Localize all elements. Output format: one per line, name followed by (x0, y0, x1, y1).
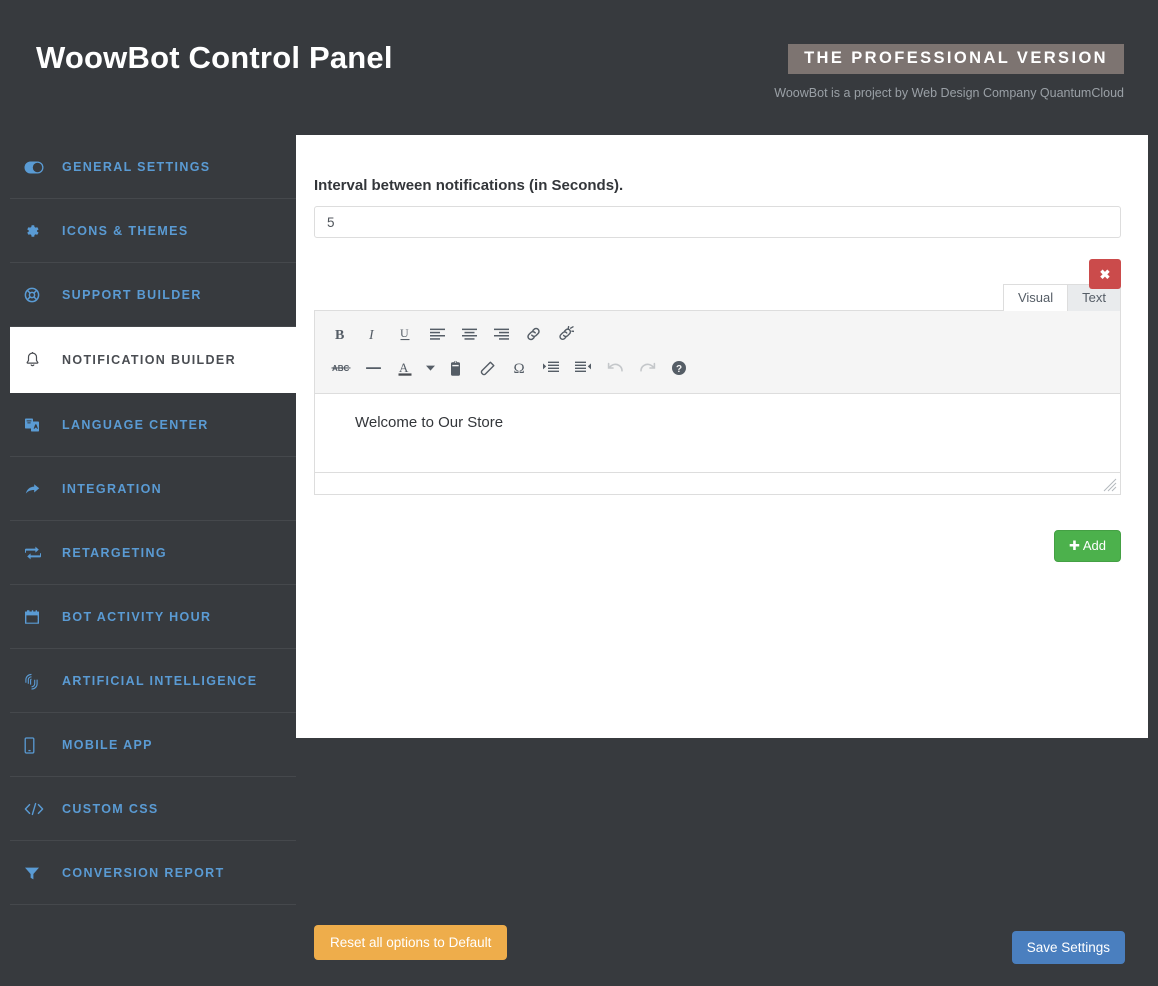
sidebar-item-language-center[interactable]: Language Center (0, 393, 296, 457)
align-center-icon[interactable] (453, 319, 485, 349)
code-icon (24, 802, 50, 816)
sidebar-item-label: Icons & Themes (62, 224, 189, 238)
editor-statusbar (315, 472, 1120, 494)
sidebar-item-icons-themes[interactable]: Icons & Themes (0, 199, 296, 263)
indent-icon[interactable] (535, 353, 567, 383)
link-icon[interactable] (517, 319, 549, 349)
page-title: WoowBot Control Panel (36, 40, 393, 75)
svg-text:B: B (335, 328, 344, 342)
help-icon[interactable]: ? (663, 353, 695, 383)
credit-text: WoowBot is a project by Web Design Compa… (774, 86, 1124, 100)
plus-icon: ✚ (1069, 538, 1080, 553)
sidebar-item-general-settings[interactable]: General Settings (0, 135, 296, 199)
align-right-icon[interactable] (485, 319, 517, 349)
sidebar-item-label: Mobile App (62, 738, 153, 752)
sidebar-item-label: Artificial Intelligence (62, 674, 258, 688)
italic-icon[interactable]: I (357, 319, 389, 349)
footer-actions: Reset all options to Default Save Settin… (296, 925, 1148, 973)
woowbot-control-panel: WoowBot Control Panel THE PROFESSIONAL V… (0, 0, 1158, 986)
svg-text:A: A (399, 360, 409, 375)
sidebar-item-label: Conversion Report (62, 866, 225, 880)
text-color-icon[interactable]: A (389, 353, 421, 383)
fingerprint-icon (24, 673, 50, 690)
sidebar-item-label: Notification Builder (62, 353, 236, 367)
sidebar-item-bot-activity-hour[interactable]: Bot Activity Hour (0, 585, 296, 649)
editor-tab-bar: Visual Text ✖ (314, 259, 1121, 311)
sidebar-item-retargeting[interactable]: Retargeting (0, 521, 296, 585)
interval-input[interactable] (314, 206, 1121, 238)
retarget-icon (24, 545, 50, 561)
horizontal-rule-icon[interactable] (357, 353, 389, 383)
sidebar-item-notification-builder[interactable]: Notification Builder (10, 327, 296, 393)
sidebar-item-integration[interactable]: Integration (0, 457, 296, 521)
svg-text:Ω: Ω (513, 361, 524, 376)
gear-icon (24, 223, 50, 239)
sidebar-item-label: Support Builder (62, 288, 202, 302)
clear-formatting-icon[interactable] (471, 353, 503, 383)
outdent-icon[interactable] (567, 353, 599, 383)
funnel-icon (24, 866, 50, 881)
sidebar-item-label: Language Center (62, 418, 209, 432)
paste-icon[interactable] (439, 353, 471, 383)
toolbar-row-1: B I U (325, 317, 1110, 351)
toolbar-row-2: ABC A Ω ? (325, 351, 1110, 385)
interval-field-label: Interval between notifications (in Secon… (314, 177, 624, 194)
resize-handle[interactable] (1103, 478, 1117, 492)
add-button-row: ✚ Add (314, 530, 1121, 562)
sidebar-item-custom-css[interactable]: Custom CSS (0, 777, 296, 841)
sidebar-item-conversion-report[interactable]: Conversion Report (0, 841, 296, 905)
notification-editor: Visual Text ✖ B I U ABC A Ω ? Welcome to… (314, 259, 1121, 562)
sidebar: General Settings Icons & Themes Support … (0, 135, 296, 905)
page-header: WoowBot Control Panel THE PROFESSIONAL V… (0, 0, 1158, 125)
editor-content[interactable]: Welcome to Our Store (315, 394, 1120, 472)
sidebar-item-label: Bot Activity Hour (62, 610, 212, 624)
align-left-icon[interactable] (421, 319, 453, 349)
text-color-dropdown-caret-icon[interactable] (421, 353, 439, 383)
sidebar-item-label: General Settings (62, 160, 211, 174)
add-button-label: Add (1082, 538, 1106, 553)
share-arrow-icon (24, 482, 50, 497)
strikethrough-icon[interactable]: ABC (325, 353, 357, 383)
svg-text:?: ? (676, 364, 682, 375)
mobile-icon (24, 736, 50, 754)
editor-toolbar: B I U ABC A Ω ? (315, 311, 1120, 394)
svg-text:I: I (368, 328, 375, 342)
toggle-icon (24, 161, 50, 174)
sidebar-item-artificial-intelligence[interactable]: Artificial Intelligence (0, 649, 296, 713)
editor-box: B I U ABC A Ω ? Welcome to Our Store (314, 310, 1121, 495)
redo-icon[interactable] (631, 353, 663, 383)
sidebar-item-mobile-app[interactable]: Mobile App (0, 713, 296, 777)
close-button[interactable]: ✖ (1089, 259, 1121, 289)
sidebar-item-label: Retargeting (62, 546, 167, 560)
underline-icon[interactable]: U (389, 319, 421, 349)
content-panel: Interval between notifications (in Secon… (296, 135, 1148, 738)
svg-text:U: U (400, 326, 409, 340)
language-icon (24, 417, 50, 433)
save-settings-button[interactable]: Save Settings (1011, 931, 1125, 964)
add-button[interactable]: ✚ Add (1054, 530, 1121, 562)
undo-icon[interactable] (599, 353, 631, 383)
sidebar-item-support-builder[interactable]: Support Builder (0, 263, 296, 327)
bold-icon[interactable]: B (325, 319, 357, 349)
sidebar-item-label: Integration (62, 482, 163, 496)
reset-button[interactable]: Reset all options to Default (314, 925, 508, 960)
unlink-icon[interactable] (549, 319, 581, 349)
special-character-icon[interactable]: Ω (503, 353, 535, 383)
lifebuoy-icon (24, 287, 50, 303)
calendar-icon (24, 609, 50, 625)
sidebar-item-label: Custom CSS (62, 802, 159, 816)
pro-version-badge: THE PROFESSIONAL VERSION (788, 44, 1124, 74)
tab-visual[interactable]: Visual (1002, 284, 1069, 311)
bell-icon (24, 351, 50, 369)
